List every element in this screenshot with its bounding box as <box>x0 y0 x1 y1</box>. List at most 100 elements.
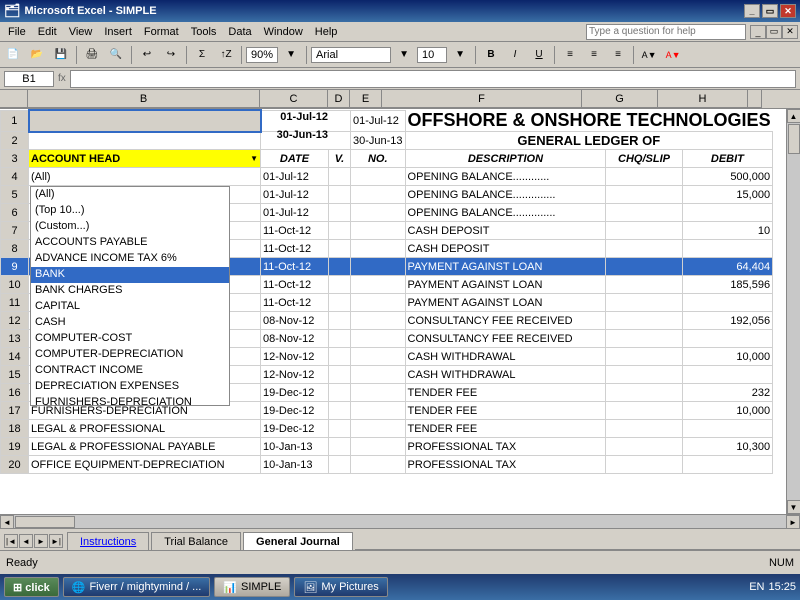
cell-E15[interactable] <box>351 366 406 384</box>
cell-G17[interactable] <box>606 402 682 420</box>
cell-H4[interactable]: 500,000 <box>682 168 772 186</box>
cell-D6[interactable] <box>329 204 351 222</box>
cell-H3[interactable]: DEBIT <box>682 150 772 168</box>
vertical-scrollbar[interactable]: ▲ ▼ <box>786 109 800 514</box>
tab-next-button[interactable]: ► <box>34 534 48 548</box>
close-button[interactable]: ✕ <box>780 4 796 18</box>
cell-H6[interactable] <box>682 204 772 222</box>
menu-help[interactable]: Help <box>309 25 344 39</box>
cell-G19[interactable] <box>606 438 682 456</box>
menu-window[interactable]: Window <box>258 25 309 39</box>
help-search-input[interactable] <box>586 24 746 40</box>
dropdown-item-capital[interactable]: CAPITAL <box>31 299 229 315</box>
cell-B1[interactable] <box>29 110 261 132</box>
cell-E2[interactable]: 30-Jun-13 <box>351 132 406 150</box>
cell-D3[interactable]: V. <box>329 150 351 168</box>
dropdown-item-accounts-payable[interactable]: ACCOUNTS PAYABLE <box>31 235 229 251</box>
dropdown-item-computer-cost[interactable]: COMPUTER-COST <box>31 331 229 347</box>
dropdown-arrow-icon[interactable]: ▼ <box>250 154 258 163</box>
col-header-E[interactable]: E <box>350 90 382 108</box>
cell-E19[interactable] <box>351 438 406 456</box>
cell-F8[interactable]: CASH DEPOSIT <box>405 240 606 258</box>
cell-H20[interactable] <box>682 456 772 474</box>
menu-view[interactable]: View <box>63 25 99 39</box>
cell-D15[interactable] <box>329 366 351 384</box>
cell-E13[interactable] <box>351 330 406 348</box>
app-minimize-button[interactable]: _ <box>750 25 766 39</box>
cell-D14[interactable] <box>329 348 351 366</box>
h-scroll-track[interactable] <box>14 515 786 529</box>
cell-F4[interactable]: OPENING BALANCE............ <box>405 168 606 186</box>
cell-G11[interactable] <box>606 294 682 312</box>
open-button[interactable]: 📂 <box>26 44 48 66</box>
dropdown-item-contract-income[interactable]: CONTRACT INCOME <box>31 363 229 379</box>
cell-B20[interactable]: OFFICE EQUIPMENT-DEPRECIATION <box>29 456 261 474</box>
cell-C9[interactable]: 11-Oct-12 <box>261 258 329 276</box>
save-button[interactable]: 💾 <box>50 44 72 66</box>
cell-F10[interactable]: PAYMENT AGAINST LOAN <box>405 276 606 294</box>
cell-G9[interactable] <box>606 258 682 276</box>
menu-insert[interactable]: Insert <box>98 25 138 39</box>
h-scroll-thumb[interactable] <box>15 516 75 528</box>
cell-B4[interactable]: (All) <box>29 168 261 186</box>
new-button[interactable]: 📄 <box>2 44 24 66</box>
cell-G10[interactable] <box>606 276 682 294</box>
sort-asc-button[interactable]: ↑Z <box>215 44 237 66</box>
tab-prev-button[interactable]: ◄ <box>19 534 33 548</box>
cell-C13[interactable]: 08-Nov-12 <box>261 330 329 348</box>
scroll-thumb[interactable] <box>788 124 800 154</box>
cell-G16[interactable] <box>606 384 682 402</box>
dropdown-item-top10[interactable]: (Top 10...) <box>31 203 229 219</box>
minimize-button[interactable]: _ <box>744 4 760 18</box>
redo-button[interactable]: ↪ <box>160 44 182 66</box>
cell-C12[interactable]: 08-Nov-12 <box>261 312 329 330</box>
menu-tools[interactable]: Tools <box>185 25 223 39</box>
cell-C18[interactable]: 19-Dec-12 <box>261 420 329 438</box>
cell-E14[interactable] <box>351 348 406 366</box>
dropdown-item-bank[interactable]: BANK <box>31 267 229 283</box>
cell-C7[interactable]: 11-Oct-12 <box>261 222 329 240</box>
cell-E5[interactable] <box>351 186 406 204</box>
cell-H13[interactable] <box>682 330 772 348</box>
col-header-C[interactable]: C <box>260 90 328 108</box>
cell-D13[interactable] <box>329 330 351 348</box>
cell-H18[interactable] <box>682 420 772 438</box>
print-preview-button[interactable]: 🔍 <box>105 44 127 66</box>
cell-H9[interactable]: 64,404 <box>682 258 772 276</box>
col-header-G[interactable]: G <box>582 90 658 108</box>
cell-F5[interactable]: OPENING BALANCE.............. <box>405 186 606 204</box>
cell-D16[interactable] <box>329 384 351 402</box>
cell-C19[interactable]: 10-Jan-13 <box>261 438 329 456</box>
cell-H16[interactable]: 232 <box>682 384 772 402</box>
cell-F20[interactable]: PROFESSIONAL TAX <box>405 456 606 474</box>
col-header-D[interactable]: D <box>328 90 350 108</box>
cell-C14[interactable]: 12-Nov-12 <box>261 348 329 366</box>
account-head-dropdown[interactable]: ACCOUNT HEAD ▼ <box>31 153 258 165</box>
col-header-F[interactable]: F <box>382 90 582 108</box>
cell-E11[interactable] <box>351 294 406 312</box>
cell-reference[interactable]: B1 <box>4 71 54 87</box>
bold-button[interactable]: B <box>480 44 502 66</box>
scroll-left-button[interactable]: ◄ <box>0 515 14 529</box>
dropdown-item-cash[interactable]: CASH <box>31 315 229 331</box>
cell-C11[interactable]: 11-Oct-12 <box>261 294 329 312</box>
cell-F11[interactable]: PAYMENT AGAINST LOAN <box>405 294 606 312</box>
cell-G20[interactable] <box>606 456 682 474</box>
cell-C3[interactable]: DATE <box>261 150 329 168</box>
cell-E9[interactable] <box>351 258 406 276</box>
cell-C20[interactable]: 10-Jan-13 <box>261 456 329 474</box>
cell-E7[interactable] <box>351 222 406 240</box>
scroll-right-button[interactable]: ► <box>786 515 800 529</box>
cell-D18[interactable] <box>329 420 351 438</box>
dropdown-item-bank-charges[interactable]: BANK CHARGES <box>31 283 229 299</box>
cell-B3[interactable]: ACCOUNT HEAD ▼ <box>29 150 261 168</box>
italic-button[interactable]: I <box>504 44 526 66</box>
menu-format[interactable]: Format <box>138 25 185 39</box>
cell-H8[interactable] <box>682 240 772 258</box>
taskbar-pictures[interactable]: 🖼 My Pictures <box>294 577 387 597</box>
cell-G7[interactable] <box>606 222 682 240</box>
cell-F12[interactable]: CONSULTANCY FEE RECEIVED <box>405 312 606 330</box>
cell-G15[interactable] <box>606 366 682 384</box>
cell-G6[interactable] <box>606 204 682 222</box>
cell-F19[interactable]: PROFESSIONAL TAX <box>405 438 606 456</box>
